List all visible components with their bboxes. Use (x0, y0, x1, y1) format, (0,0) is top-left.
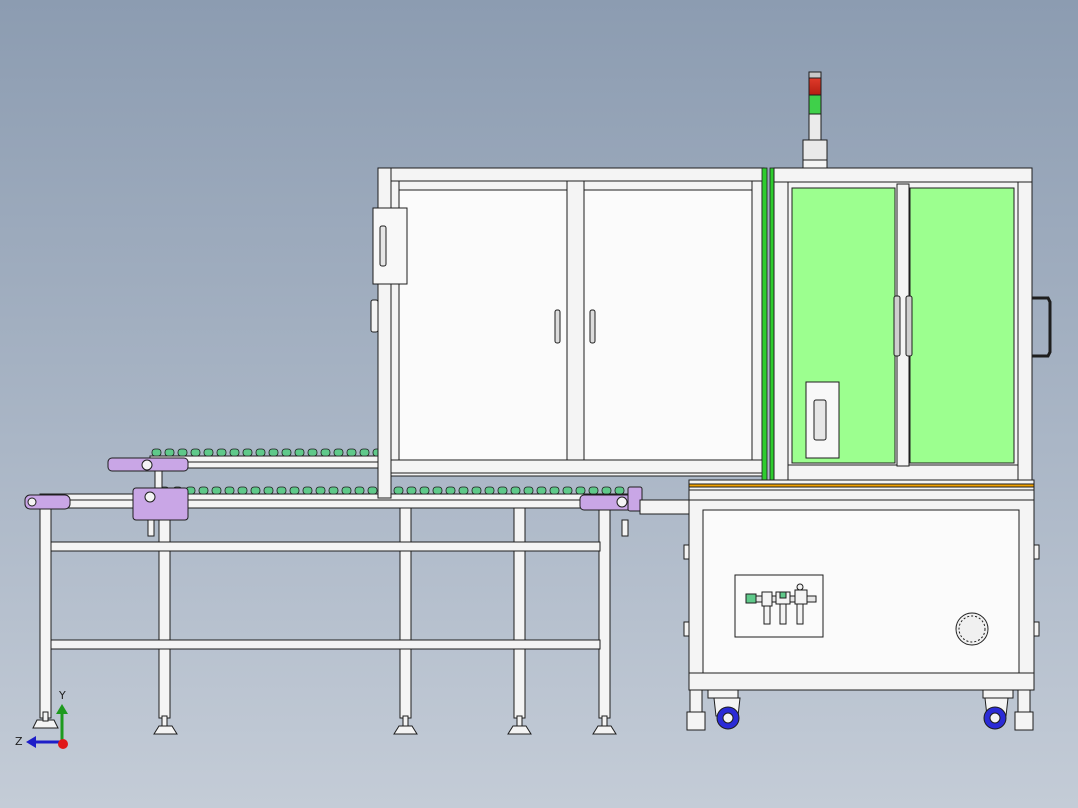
door-handle-icon (893, 295, 901, 357)
axis-z-label: Z (15, 735, 23, 748)
roller (471, 486, 482, 495)
roller (307, 448, 318, 457)
roller (367, 486, 378, 495)
roller (203, 448, 214, 457)
roller (242, 448, 253, 457)
upper-cabinet-left (370, 167, 765, 499)
roller (346, 448, 357, 457)
axis-y-label: Y (58, 689, 66, 702)
roller (164, 448, 175, 457)
roller (281, 448, 292, 457)
control-box (372, 207, 408, 285)
cabinet-door-left (398, 189, 568, 461)
roller (549, 486, 560, 495)
main-machine-cabinet (773, 157, 1052, 481)
roller (211, 486, 222, 495)
cad-viewport[interactable]: Y Z (0, 0, 1078, 808)
assembly-drawing: Y Z (15, 71, 1052, 749)
door-handle-icon (554, 309, 561, 344)
roller (614, 486, 625, 495)
roller (320, 448, 331, 457)
glass-door-right (909, 187, 1015, 464)
roller (497, 486, 508, 495)
door-handle-icon (905, 295, 913, 357)
roller (359, 448, 370, 457)
door-handle-icon (589, 309, 596, 344)
roller (562, 486, 573, 495)
roller (302, 486, 313, 495)
roller-chain-lower (159, 486, 625, 495)
roller (263, 486, 274, 495)
roller (289, 486, 300, 495)
signal-tower-light-icon (802, 71, 828, 161)
roller (177, 448, 188, 457)
leveling-feet (32, 711, 617, 735)
green-accent-post (761, 167, 775, 485)
air-filter-regulator-panel (734, 574, 824, 638)
roller (419, 486, 430, 495)
roller-chain-upper (151, 448, 383, 457)
roller (255, 448, 266, 457)
roller (237, 486, 248, 495)
vent-icon (955, 612, 989, 646)
roller (333, 448, 344, 457)
roller (151, 448, 162, 457)
roller (588, 486, 599, 495)
roller (536, 486, 547, 495)
roller (458, 486, 469, 495)
roller (315, 486, 326, 495)
casters (686, 689, 1034, 731)
base-cabinet (639, 499, 1040, 691)
roller (393, 486, 404, 495)
roller (216, 448, 227, 457)
roller (484, 486, 495, 495)
roller (406, 486, 417, 495)
roller (328, 486, 339, 495)
roller (224, 486, 235, 495)
roller (510, 486, 521, 495)
cabinet-door-right (583, 189, 753, 461)
roller (268, 448, 279, 457)
roller (575, 486, 586, 495)
roller (250, 486, 261, 495)
roller (198, 486, 209, 495)
roller (294, 448, 305, 457)
roller (276, 486, 287, 495)
conveyor-table (32, 455, 641, 735)
roller (445, 486, 456, 495)
roller (523, 486, 534, 495)
roller (432, 486, 443, 495)
roller (229, 448, 240, 457)
roller (190, 448, 201, 457)
roller (354, 486, 365, 495)
roller (601, 486, 612, 495)
roller (341, 486, 352, 495)
table-top (688, 479, 1035, 501)
